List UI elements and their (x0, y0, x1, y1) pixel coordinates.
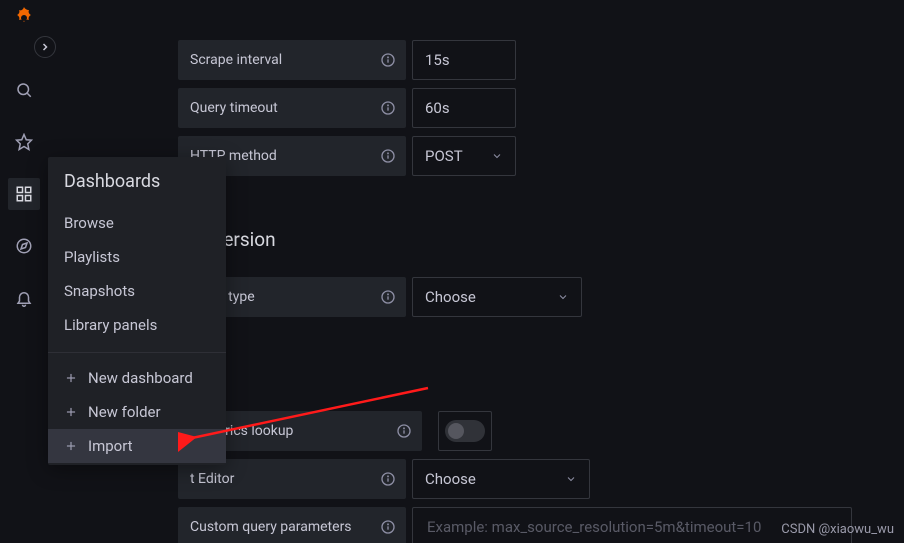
menu-playlists[interactable]: Playlists (48, 240, 226, 274)
menu-label: Playlists (64, 248, 120, 266)
menu-label: Import (88, 437, 133, 455)
menu-label: Library panels (64, 316, 157, 334)
label-query-timeout: Query timeout (178, 88, 406, 128)
info-icon[interactable] (380, 52, 396, 68)
row-http-method: HTTP method POST (178, 136, 904, 176)
chevron-down-icon (557, 291, 569, 303)
select-prometheus-type[interactable]: Choose (412, 277, 582, 317)
explore-icon[interactable] (8, 230, 40, 262)
label-text: Query timeout (190, 100, 278, 116)
menu-import[interactable]: Import (48, 429, 226, 463)
plus-icon (64, 405, 78, 419)
label-scrape-interval: Scrape interval (178, 40, 406, 80)
menu-snapshots[interactable]: Snapshots (48, 274, 226, 308)
search-icon[interactable] (8, 74, 40, 106)
label-text: Custom query parameters (190, 519, 352, 535)
menu-label: New dashboard (88, 369, 193, 387)
menu-label: Browse (64, 214, 114, 232)
input-scrape-interval[interactable]: 15s (412, 40, 516, 80)
toggle-metrics-lookup[interactable] (445, 420, 485, 442)
select-value: Choose (425, 470, 476, 488)
row-query-timeout: Query timeout 60s (178, 88, 904, 128)
grafana-logo[interactable] (10, 6, 38, 34)
row-metrics-lookup: e metrics lookup (178, 411, 904, 451)
menu-library-panels[interactable]: Library panels (48, 308, 226, 342)
nav-rail (0, 0, 48, 543)
select-editor[interactable]: Choose (412, 459, 590, 499)
alert-icon[interactable] (8, 282, 40, 314)
dashboards-icon[interactable] (8, 178, 40, 210)
info-icon[interactable] (380, 148, 396, 164)
plus-icon (64, 371, 78, 385)
label-text: t Editor (190, 471, 234, 487)
select-value: Choose (425, 288, 476, 306)
label-editor: t Editor (178, 459, 406, 499)
dashboards-flyout: Dashboards Browse Playlists Snapshots Li… (48, 157, 226, 465)
menu-new-folder[interactable]: New folder (48, 395, 226, 429)
input-query-timeout[interactable]: 60s (412, 88, 516, 128)
toggle-container (438, 411, 492, 451)
watermark: CSDN @xiaowu_wu (781, 522, 894, 537)
star-icon[interactable] (8, 126, 40, 158)
select-value: POST (425, 147, 463, 165)
menu-divider (48, 352, 226, 353)
menu-browse[interactable]: Browse (48, 206, 226, 240)
section-title-version: and version (178, 228, 904, 251)
menu-new-dashboard[interactable]: New dashboard (48, 361, 226, 395)
info-icon[interactable] (380, 100, 396, 116)
plus-icon (64, 439, 78, 453)
row-prometheus-type: theus type Choose (178, 277, 904, 317)
menu-label: Snapshots (64, 282, 135, 300)
chevron-down-icon (491, 150, 503, 162)
info-icon[interactable] (380, 289, 396, 305)
info-icon[interactable] (380, 519, 396, 535)
row-scrape-interval: Scrape interval 15s (178, 40, 904, 80)
label-text: Scrape interval (190, 52, 282, 68)
info-icon[interactable] (396, 423, 412, 439)
select-http-method[interactable]: POST (412, 136, 516, 176)
info-icon[interactable] (380, 471, 396, 487)
label-custom-query: Custom query parameters (178, 507, 406, 543)
menu-label: New folder (88, 403, 161, 421)
row-editor: t Editor Choose (178, 459, 904, 499)
sidebar-collapse-button[interactable] (34, 36, 56, 58)
flyout-header[interactable]: Dashboards (48, 157, 226, 206)
chevron-down-icon (565, 473, 577, 485)
